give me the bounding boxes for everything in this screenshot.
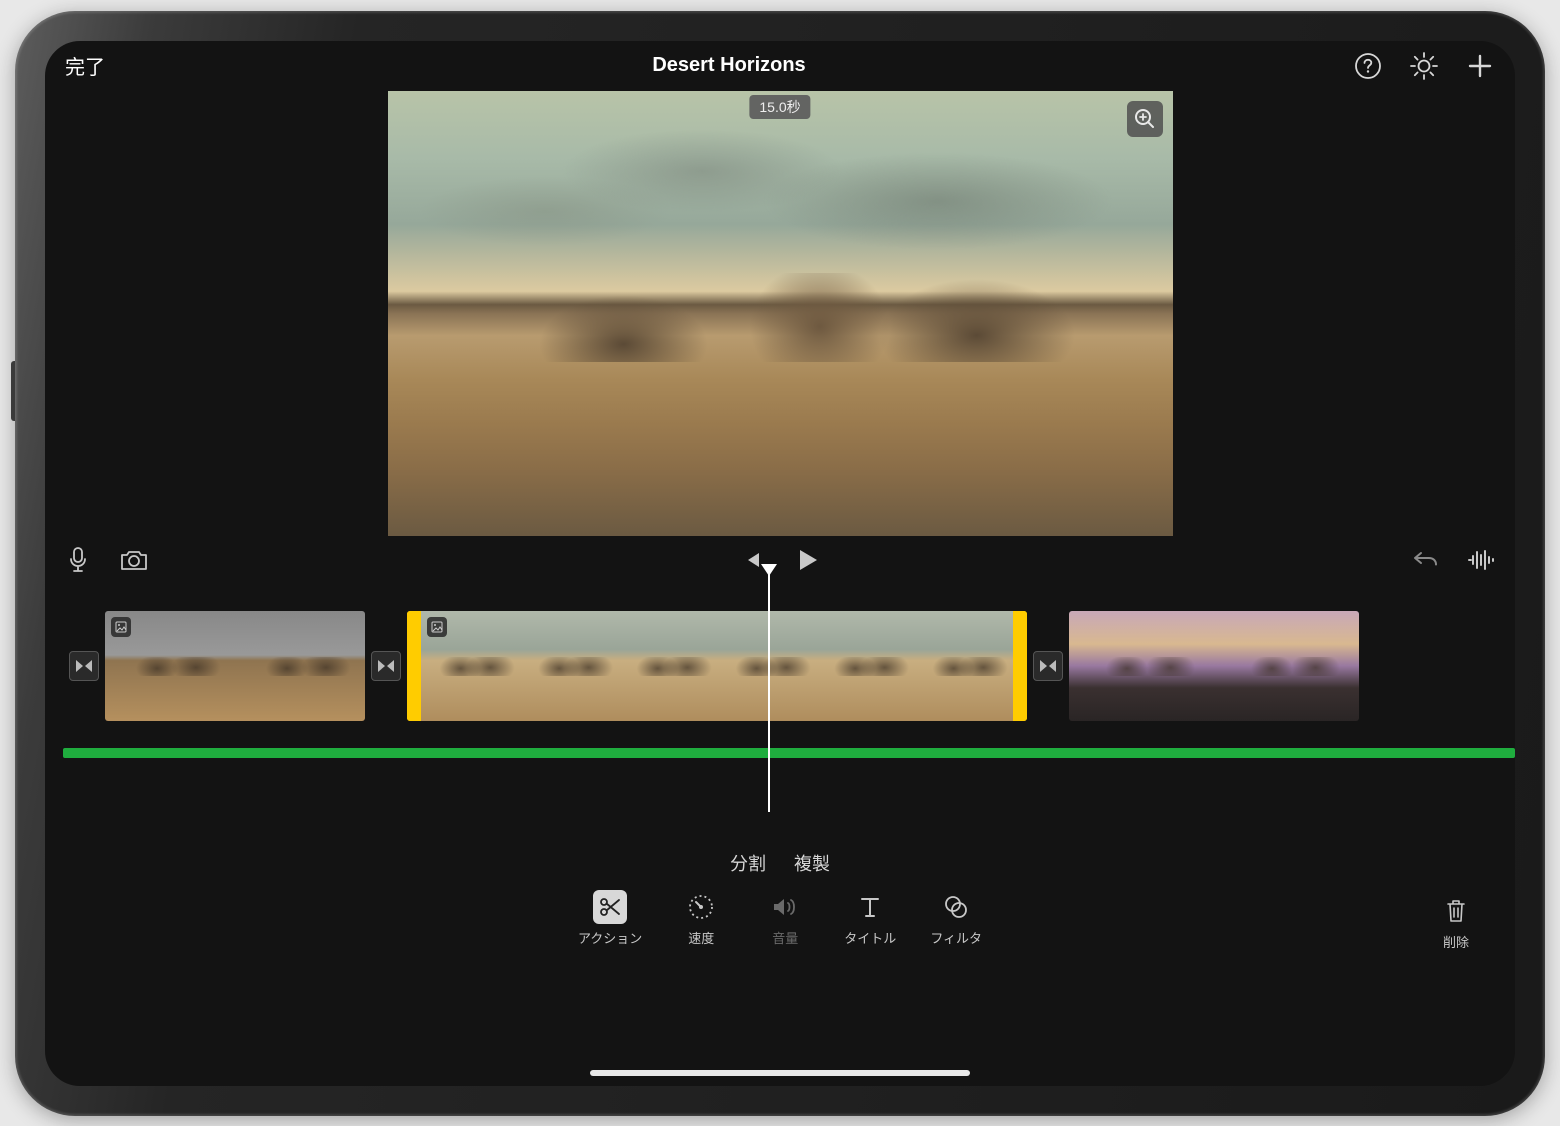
trash-icon [1445,898,1467,924]
speedometer-icon [688,894,714,920]
duration-badge: 15.0秒 [749,95,810,119]
tool-label: アクション [578,928,642,947]
tool-label: タイトル [844,928,896,947]
preview-area: 15.0秒 [45,91,1515,536]
skip-back-icon [742,550,762,570]
audio-track[interactable] [63,748,1515,758]
done-button[interactable]: 完了 [65,51,105,80]
voiceover-button[interactable] [63,545,93,575]
transition-button-1[interactable] [69,651,99,681]
action-tool[interactable]: アクション [578,890,642,947]
clip-thumbnail [1069,611,1214,721]
plus-icon [1466,52,1494,80]
playhead[interactable] [768,570,770,812]
settings-button[interactable] [1409,51,1439,81]
clip-type-badge [427,617,447,637]
camera-button[interactable] [119,545,149,575]
microphone-icon [67,546,89,574]
project-title: Desert Horizons [105,54,1353,77]
filters-icon [943,895,969,919]
clip-thumbnail [618,611,717,721]
app-screen: 完了 Desert Horizons 15.0秒 [45,41,1515,1086]
delete-tool[interactable]: 削除 [1431,894,1481,951]
help-button[interactable] [1353,51,1383,81]
waveform-icon [1467,549,1497,571]
text-icon [859,895,881,919]
tool-label: 音量 [772,928,798,947]
photo-icon [431,621,443,633]
tool-label: 速度 [688,928,714,947]
clip-thumbnail [520,611,619,721]
clip-2-selected[interactable] [407,611,1027,721]
trim-handle-right[interactable] [1013,611,1027,721]
home-indicator[interactable] [590,1070,970,1076]
transition-icon [1039,659,1057,673]
clips-row [45,602,1515,730]
top-bar: 完了 Desert Horizons [45,41,1515,91]
inspector-toolbar: アクション 速度 音量 タイトル フィルタ [45,886,1515,955]
gear-icon [1409,51,1439,81]
transition-button-3[interactable] [1033,651,1063,681]
transition-button-2[interactable] [371,651,401,681]
clip-actions-row: 分割 複製 [45,844,1515,886]
trim-handle-left[interactable] [407,611,421,721]
magnify-plus-icon [1134,108,1156,130]
duplicate-button[interactable]: 複製 [794,850,830,876]
clip-thumbnail [1214,611,1359,721]
transition-icon [377,659,395,673]
clip-type-badge [111,617,131,637]
preview-terrain [388,273,1173,362]
add-media-button[interactable] [1465,51,1495,81]
play-icon [797,548,819,572]
clip-3[interactable] [1069,611,1359,721]
zoom-button[interactable] [1127,101,1163,137]
filter-tool[interactable]: フィルタ [930,890,982,947]
help-icon [1354,52,1382,80]
timeline[interactable] [45,584,1515,844]
tool-label: フィルタ [930,928,982,947]
undo-icon [1412,548,1440,572]
ipad-frame: 完了 Desert Horizons 15.0秒 [15,11,1545,1116]
clip-thumbnail [914,611,1013,721]
scissors-icon [599,896,621,918]
title-tool[interactable]: タイトル [844,890,896,947]
split-button[interactable]: 分割 [730,850,766,876]
speaker-icon [772,896,798,918]
playback-controls [45,536,1515,584]
speed-tool[interactable]: 速度 [676,890,726,947]
tool-label: 削除 [1443,932,1469,951]
audio-waveform-button[interactable] [1467,545,1497,575]
undo-button[interactable] [1411,545,1441,575]
volume-tool[interactable]: 音量 [760,890,810,947]
play-button[interactable] [793,545,823,575]
photo-icon [115,621,127,633]
transition-icon [75,659,93,673]
clip-thumbnail [235,611,365,721]
video-preview[interactable]: 15.0秒 [388,91,1173,536]
clip-thumbnail [816,611,915,721]
clip-thumbnail [717,611,816,721]
camera-icon [119,548,149,572]
preview-sky [388,91,1173,291]
clip-1[interactable] [105,611,365,721]
